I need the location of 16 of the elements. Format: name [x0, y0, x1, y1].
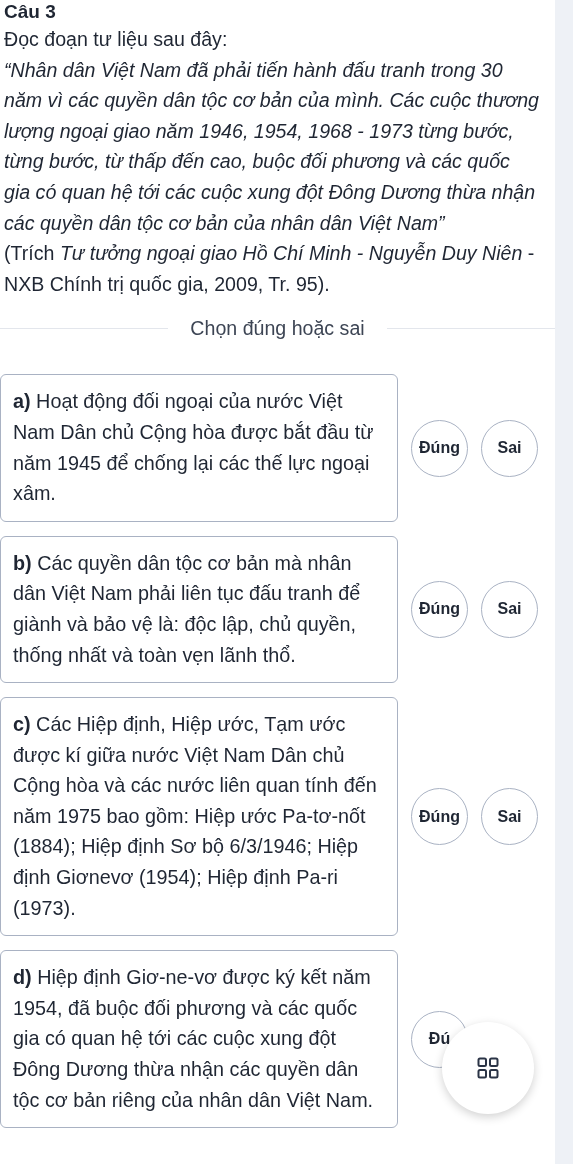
statement-text: b) Các quyền dân tộc cơ bản mà nhân dân Việt Nam phải liên tục đấu tranh để giành và bảo vệ là: độc lập, chủ quyền, thống nhất và toàn vẹn lãnh thổ. — [13, 550, 362, 668]
grid-icon — [477, 1057, 499, 1080]
statement-text: d) Hiệp định Giơ-ne-vơ được ký kết năm 1954, đã buộc đối phương và các quốc gia có quan hệ tới các cuộc xung đột Đông Dương thừa nhận các quyền dân tộc cơ bản riêng của nhân dân Việt Nam. — [13, 965, 375, 1113]
answer-button[interactable]: Đúng — [411, 788, 468, 846]
answer-button[interactable]: Sai — [481, 580, 538, 638]
quote-text: “Nhân dân Việt Nam đã phải tiến hành đấu tranh trong 30 năm vì các quyền dân tộc cơ bản của mình. Các cuộc thương lượng ngoại giao năm 1946, 1954, 1968 - 1973 từng bước, từng bước, từ thấp đến cao, buộc đối phương và các quốc gia có quan hệ tới các cuộc xung đột Đông Dương thừa nhận các quyền dân tộc cơ bản của nhân dân Việt Nam” — [3, 57, 540, 236]
question-title: Câu 3 — [3, 0, 57, 24]
answer-button[interactable]: Đúng — [411, 419, 468, 477]
answer-button[interactable]: Sai — [481, 788, 538, 846]
statement-text: c) Các Hiệp định, Hiệp ước, Tạm ước được kí giữa nước Việt Nam Dân chủ Cộng hòa và các nước liên quan tính đến năm 1975 bao gồm: Hiệp ước Pa-tơ-nốt (1884); Hiệp định Sơ bộ 6/3/1946; Hiệp định Giơnevơ (1954); Hiệp định Pa-ri (1973). — [13, 712, 378, 921]
intro-text: Đọc đoạn tư liệu sau đây: — [3, 27, 229, 52]
answer-button[interactable]: Sai — [481, 419, 538, 477]
answer-button[interactable]: Đúng — [411, 580, 468, 638]
section-title: Chọn đúng hoặc sai — [190, 317, 365, 341]
source-text: (Trích Tư tưởng ngoại giao Hồ Chí Minh - Nguyễn Duy Niên - NXB Chính trị quốc gia, 2009, Tr. 95). — [3, 241, 536, 297]
statement-text: a) Hoạt động đối ngoại của nước Việt Nam Dân chủ Cộng hòa được bắt đầu từ năm 1945 để chống lại các thế lực ngoại xâm. — [13, 389, 375, 507]
